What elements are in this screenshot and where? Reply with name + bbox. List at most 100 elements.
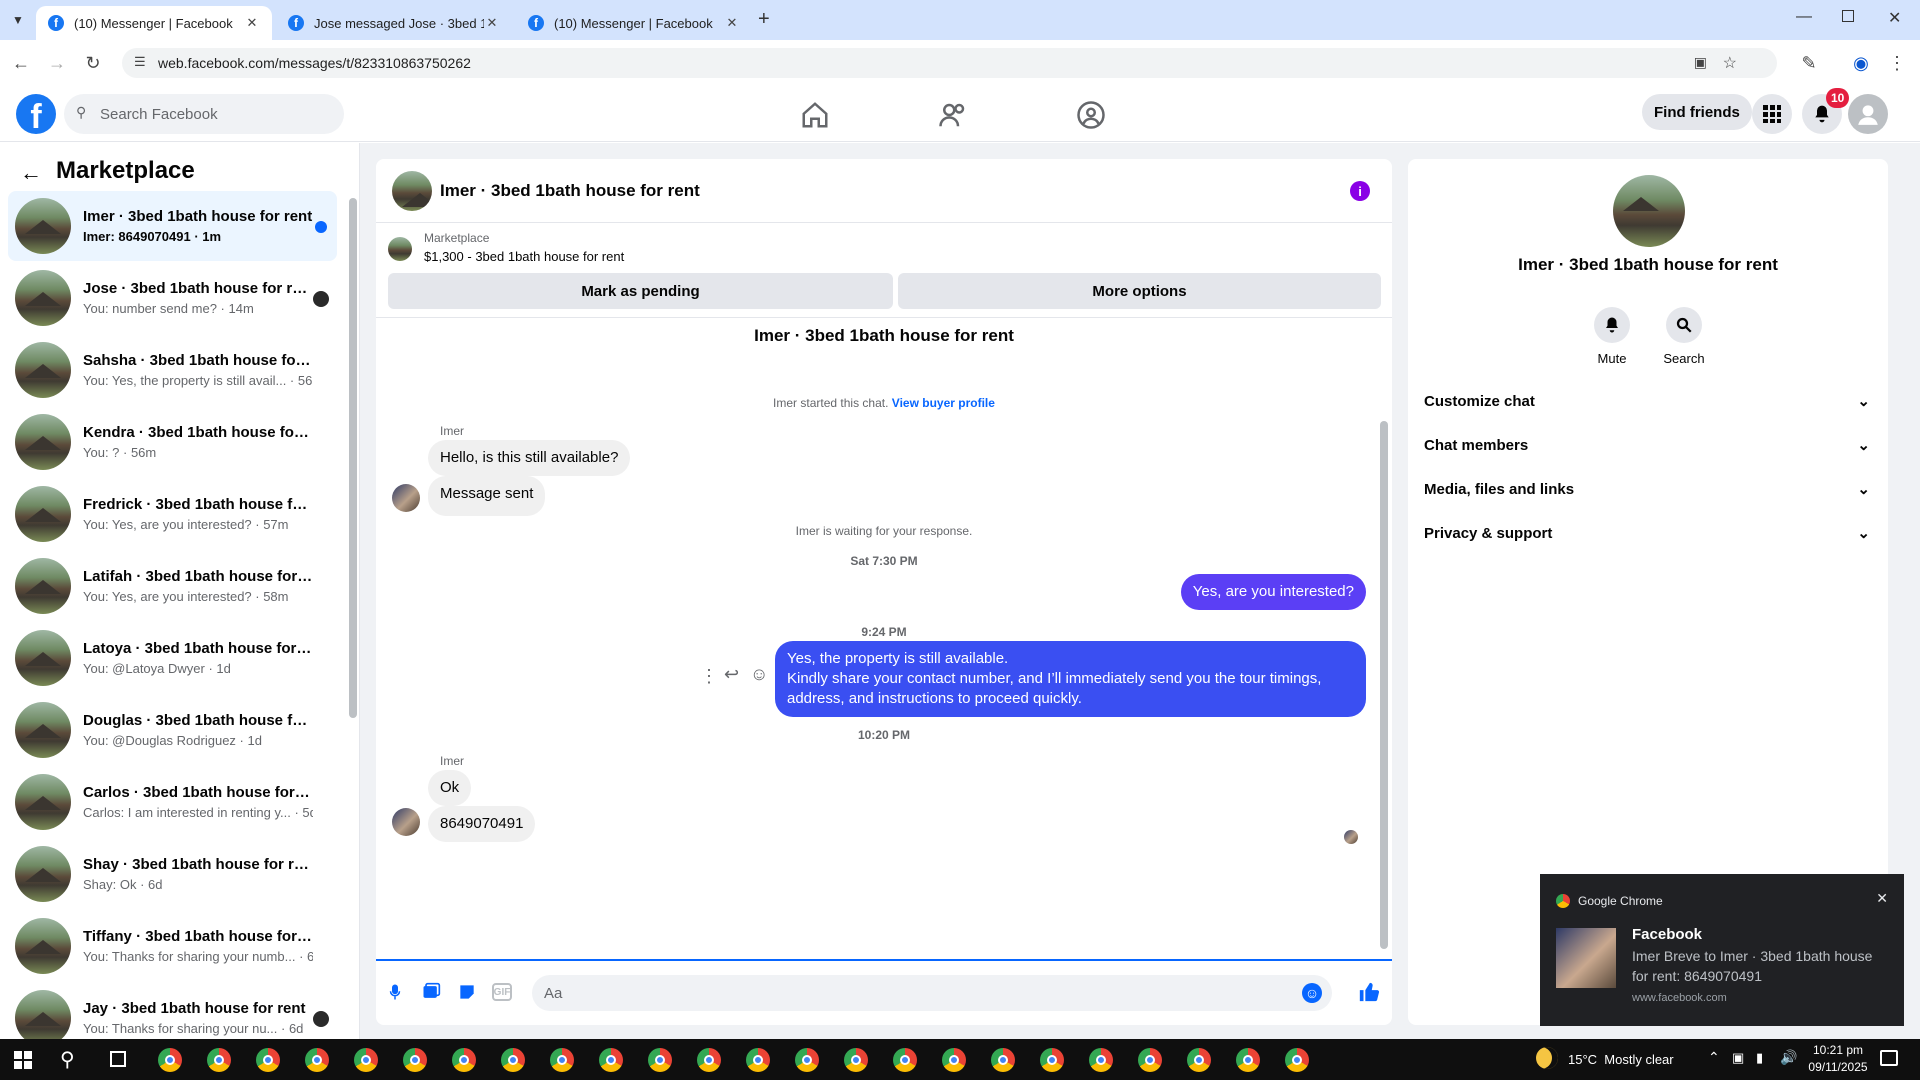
incoming-message[interactable]: 8649070491 <box>428 806 536 842</box>
chrome-taskbar-icon[interactable] <box>550 1048 574 1072</box>
chrome-taskbar-icon[interactable] <box>697 1048 721 1072</box>
tray-chevron-icon[interactable]: ⌃ <box>1708 1049 1720 1066</box>
chrome-taskbar-icon[interactable] <box>648 1048 672 1072</box>
minimize-icon[interactable]: — <box>1796 8 1812 26</box>
search-in-chat-button[interactable]: Search <box>1644 307 1724 366</box>
back-icon[interactable]: ← <box>10 52 32 74</box>
install-icon[interactable]: ▣ <box>1694 54 1707 71</box>
message-input[interactable]: Aa ☺ <box>532 975 1332 1011</box>
profile-icon[interactable]: ◉ <box>1850 52 1872 74</box>
clock-time[interactable]: 10:21 pm <box>1808 1043 1868 1057</box>
taskbar-search-icon[interactable]: ⚲ <box>60 1047 75 1072</box>
chrome-taskbar-icon[interactable] <box>207 1048 231 1072</box>
notification-center-icon[interactable] <box>1880 1050 1898 1066</box>
chrome-taskbar-icon[interactable] <box>1187 1048 1211 1072</box>
info-icon[interactable]: i <box>1350 181 1370 201</box>
conversation-item[interactable]: Kendra · 3bed 1bath house for r... You: ?… <box>8 407 337 477</box>
incoming-message[interactable]: Message sent <box>428 476 546 516</box>
conversation-item[interactable]: Fredrick · 3bed 1bath house for r... You:… <box>8 479 337 549</box>
chrome-taskbar-icon[interactable] <box>795 1048 819 1072</box>
weather-moon-icon[interactable] <box>1536 1047 1558 1069</box>
media-files-links-section[interactable]: Media, files and links ⌄ <box>1424 467 1870 511</box>
chrome-notification[interactable]: Google Chrome ✕ Facebook Imer Breve to I… <box>1540 874 1904 1026</box>
conversation-item[interactable]: Tiffany · 3bed 1bath house for re... You:… <box>8 911 337 981</box>
view-buyer-profile-link[interactable]: View buyer profile <box>892 396 995 410</box>
chrome-taskbar-icon[interactable] <box>942 1048 966 1072</box>
task-view-icon[interactable] <box>110 1051 126 1067</box>
outgoing-message[interactable]: Yes, are you interested? <box>1180 574 1366 610</box>
tab-search-icon[interactable]: ▼ <box>8 10 28 30</box>
chrome-taskbar-icon[interactable] <box>256 1048 280 1072</box>
customize-chat-section[interactable]: Customize chat ⌄ <box>1424 379 1870 423</box>
chat-details-avatar[interactable] <box>1613 175 1685 247</box>
url-field[interactable]: ☰ web.facebook.com/messages/t/8233108637… <box>122 48 1777 78</box>
reload-icon[interactable]: ↻ <box>82 52 104 74</box>
restore-icon[interactable] <box>1842 10 1854 22</box>
notification-close-icon[interactable]: ✕ <box>1876 890 1888 907</box>
chrome-taskbar-icon[interactable] <box>746 1048 770 1072</box>
conversation-item[interactable]: Jose · 3bed 1bath house for re... You: nu… <box>8 263 337 333</box>
more-options-button[interactable]: More options <box>898 273 1381 309</box>
network-icon[interactable]: ▣ <box>1732 1050 1744 1066</box>
react-emoji-icon[interactable]: ☺ <box>750 664 768 685</box>
sender-avatar[interactable] <box>392 484 420 512</box>
conversation-item[interactable]: Latoya · 3bed 1bath house for rent You: @… <box>8 623 337 693</box>
message-more-icon[interactable]: ⋮ <box>700 666 718 687</box>
sidebar-scrollbar[interactable] <box>349 198 357 718</box>
chrome-taskbar-icon[interactable] <box>844 1048 868 1072</box>
mark-as-pending-button[interactable]: Mark as pending <box>388 273 893 309</box>
browser-tab-1[interactable]: f (10) Messenger | Facebook ✕ <box>36 6 272 40</box>
close-window-icon[interactable]: ✕ <box>1888 8 1901 28</box>
conversation-item[interactable]: Carlos · 3bed 1bath house for rent Carlos… <box>8 767 337 837</box>
chrome-taskbar-icon[interactable] <box>158 1048 182 1072</box>
battery-icon[interactable]: ▮ <box>1756 1050 1763 1066</box>
weather-text[interactable]: 15°C Mostly clear <box>1568 1052 1674 1067</box>
chrome-taskbar-icon[interactable] <box>991 1048 1015 1072</box>
gif-icon[interactable]: GIF <box>492 983 512 1001</box>
chrome-taskbar-icon[interactable] <box>599 1048 623 1072</box>
close-tab-icon[interactable]: ✕ <box>724 15 740 31</box>
bookmark-star-icon[interactable]: ☆ <box>1723 53 1737 73</box>
account-avatar-icon[interactable] <box>1848 94 1888 134</box>
conversation-item[interactable]: Latifah · 3bed 1bath house for re... You:… <box>8 551 337 621</box>
chrome-taskbar-icon[interactable] <box>403 1048 427 1072</box>
incoming-message[interactable]: Ok <box>428 770 472 806</box>
conversation-item[interactable]: Shay · 3bed 1bath house for rent Shay: Ok… <box>8 839 337 909</box>
privacy-support-section[interactable]: Privacy & support ⌄ <box>1424 511 1870 555</box>
facebook-logo-icon[interactable]: f <box>16 94 56 134</box>
chrome-taskbar-icon[interactable] <box>1040 1048 1064 1072</box>
extensions-icon[interactable]: ✎ <box>1798 52 1820 74</box>
close-tab-icon[interactable]: ✕ <box>484 15 500 31</box>
emoji-icon[interactable]: ☺ <box>1302 983 1322 1003</box>
chat-members-section[interactable]: Chat members ⌄ <box>1424 423 1870 467</box>
chrome-menu-icon[interactable]: ⋮ <box>1886 52 1908 74</box>
photo-icon[interactable] <box>420 981 442 1003</box>
chrome-taskbar-icon[interactable] <box>1285 1048 1309 1072</box>
conversation-item[interactable]: Sahsha · 3bed 1bath house for r... You: Y… <box>8 335 337 405</box>
conversation-item[interactable]: Douglas · 3bed 1bath house for ... You: @… <box>8 695 337 765</box>
menu-grid-icon[interactable] <box>1752 94 1792 134</box>
chrome-taskbar-icon[interactable] <box>452 1048 476 1072</box>
microphone-icon[interactable] <box>384 981 406 1003</box>
groups-icon[interactable] <box>1076 100 1106 130</box>
chrome-taskbar-icon[interactable] <box>354 1048 378 1072</box>
chrome-taskbar-icon[interactable] <box>501 1048 525 1072</box>
windows-start-icon[interactable] <box>14 1051 32 1069</box>
conversation-item[interactable]: Jay · 3bed 1bath house for rent You: Than… <box>8 983 337 1039</box>
conversation-item[interactable]: Imer · 3bed 1bath house for rent Imer: 86… <box>8 191 337 261</box>
friends-icon[interactable] <box>938 100 968 130</box>
incoming-message[interactable]: Hello, is this still available? <box>428 440 631 476</box>
mute-button[interactable]: Mute <box>1572 307 1652 366</box>
home-icon[interactable] <box>800 100 830 130</box>
back-arrow-icon[interactable]: ← <box>20 160 42 186</box>
new-tab-icon[interactable]: + <box>758 8 770 31</box>
chat-title[interactable]: Imer · 3bed 1bath house for rent <box>440 181 700 201</box>
browser-tab-2[interactable]: f Jose messaged Jose · 3bed 1ba ✕ <box>276 6 512 40</box>
chrome-taskbar-icon[interactable] <box>893 1048 917 1072</box>
clock-date[interactable]: 09/11/2025 <box>1800 1060 1876 1074</box>
forward-icon[interactable]: → <box>46 52 68 74</box>
browser-tab-3[interactable]: f (10) Messenger | Facebook ✕ <box>516 6 752 40</box>
outgoing-message[interactable]: Yes, the property is still available. Ki… <box>775 641 1366 717</box>
sticker-icon[interactable] <box>456 981 478 1003</box>
chat-scrollbar[interactable] <box>1380 421 1388 949</box>
